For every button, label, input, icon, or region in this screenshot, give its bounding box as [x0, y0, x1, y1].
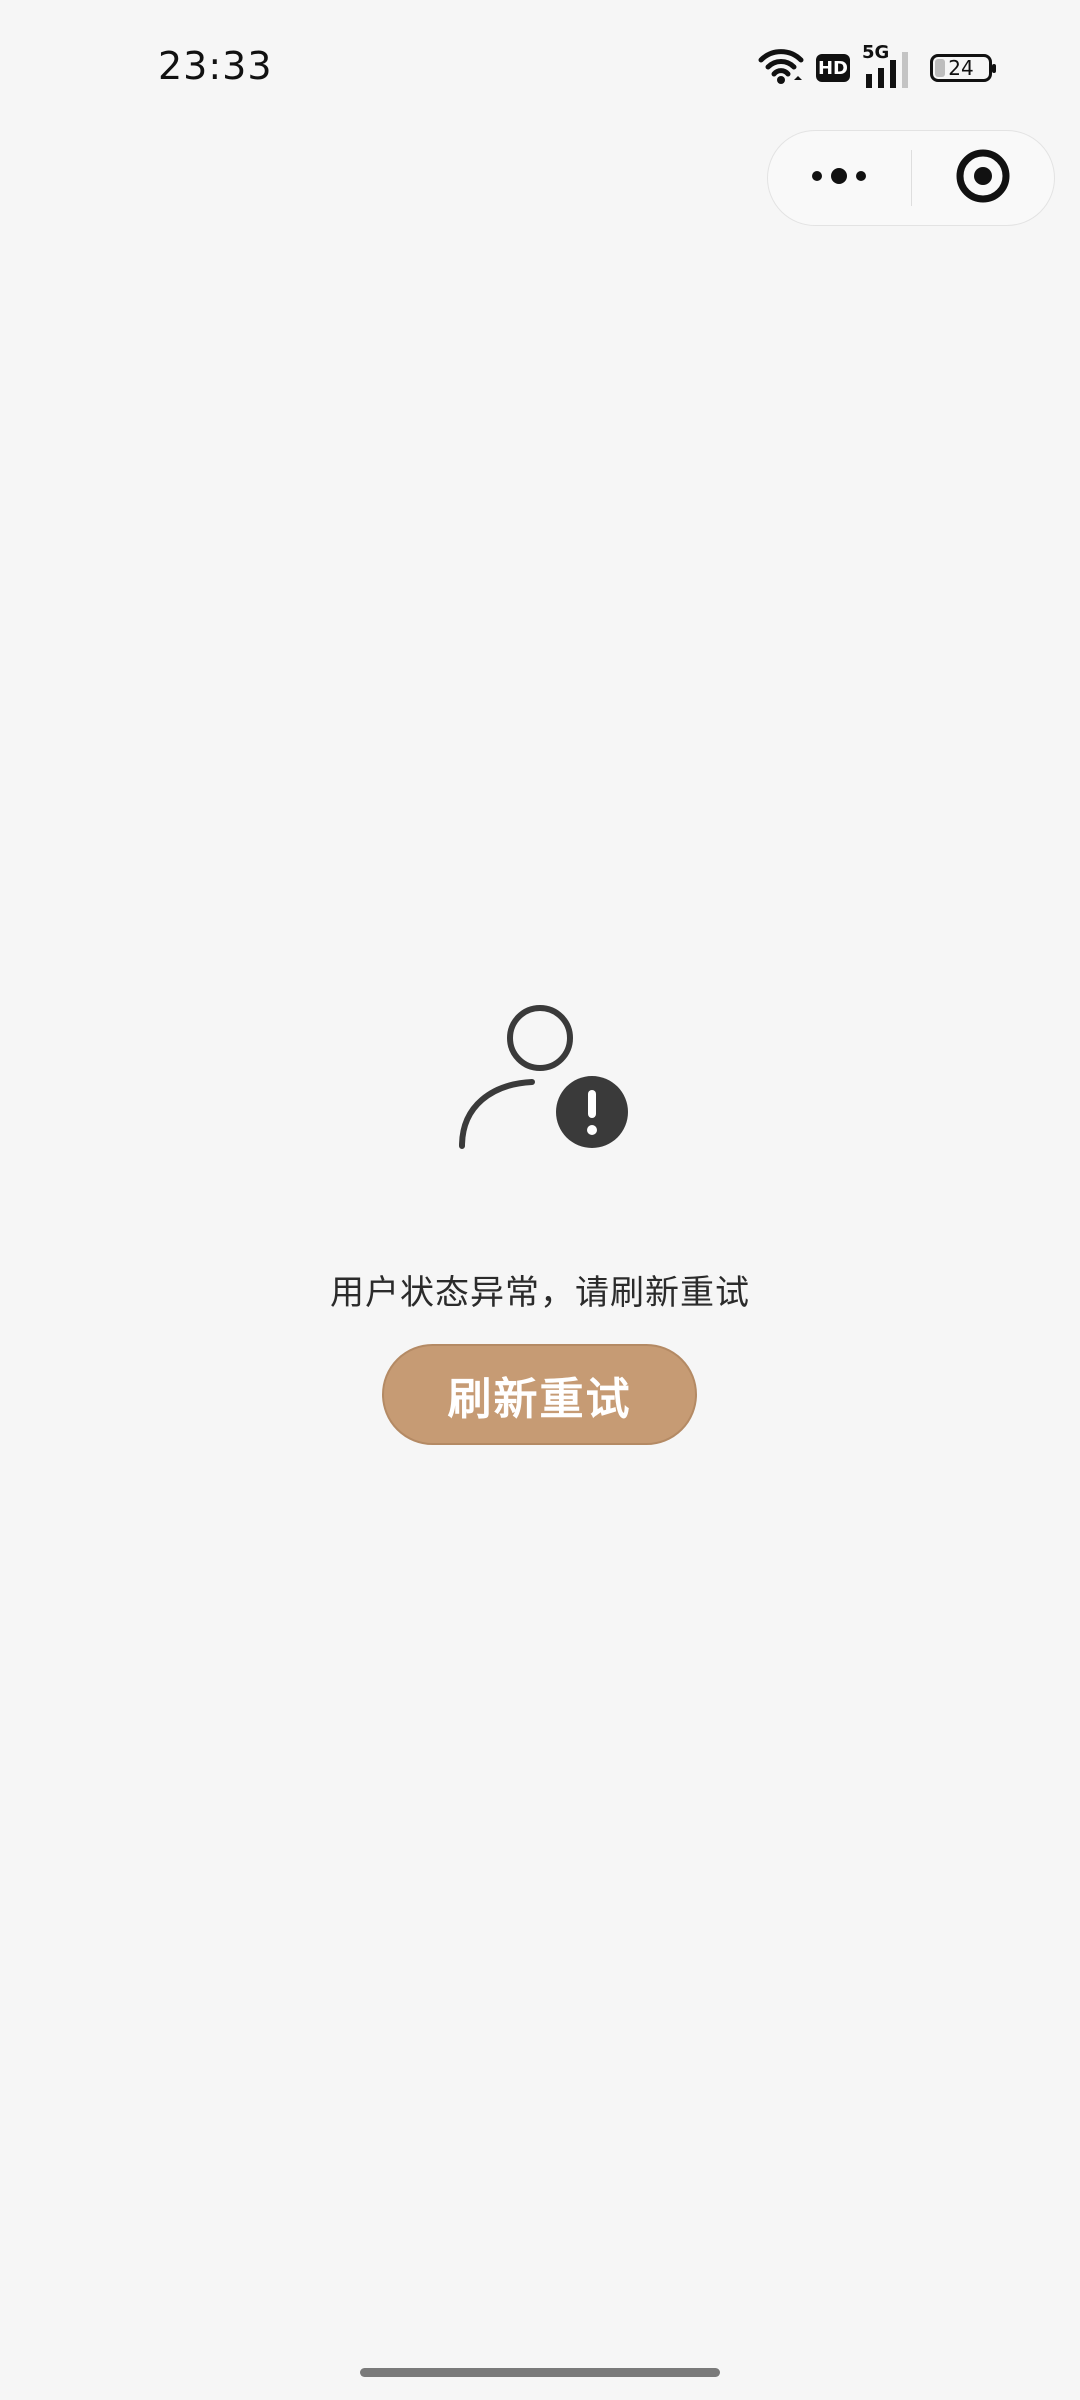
- user-warning-icon: [452, 996, 642, 1156]
- capsule-menu: [767, 130, 1055, 226]
- wifi-icon: [758, 46, 804, 90]
- close-target-icon: [955, 148, 1011, 208]
- close-button[interactable]: [912, 131, 1055, 225]
- status-time: 23:33: [158, 44, 273, 88]
- hd-icon: HD: [816, 54, 850, 82]
- status-icons: HD 5G 24: [758, 42, 996, 92]
- signal-5g-icon: 5G: [862, 42, 910, 90]
- battery-level: 24: [948, 56, 974, 80]
- error-message: 用户状态异常，请刷新重试: [330, 1273, 750, 1313]
- more-dots-icon: [809, 166, 869, 190]
- status-bar: 23:33 HD 5G 24: [0, 0, 1080, 140]
- battery-icon: 24: [930, 54, 996, 82]
- refresh-retry-button[interactable]: 刷新重试: [382, 1344, 697, 1445]
- more-button[interactable]: [768, 131, 911, 225]
- home-indicator[interactable]: [360, 2368, 720, 2377]
